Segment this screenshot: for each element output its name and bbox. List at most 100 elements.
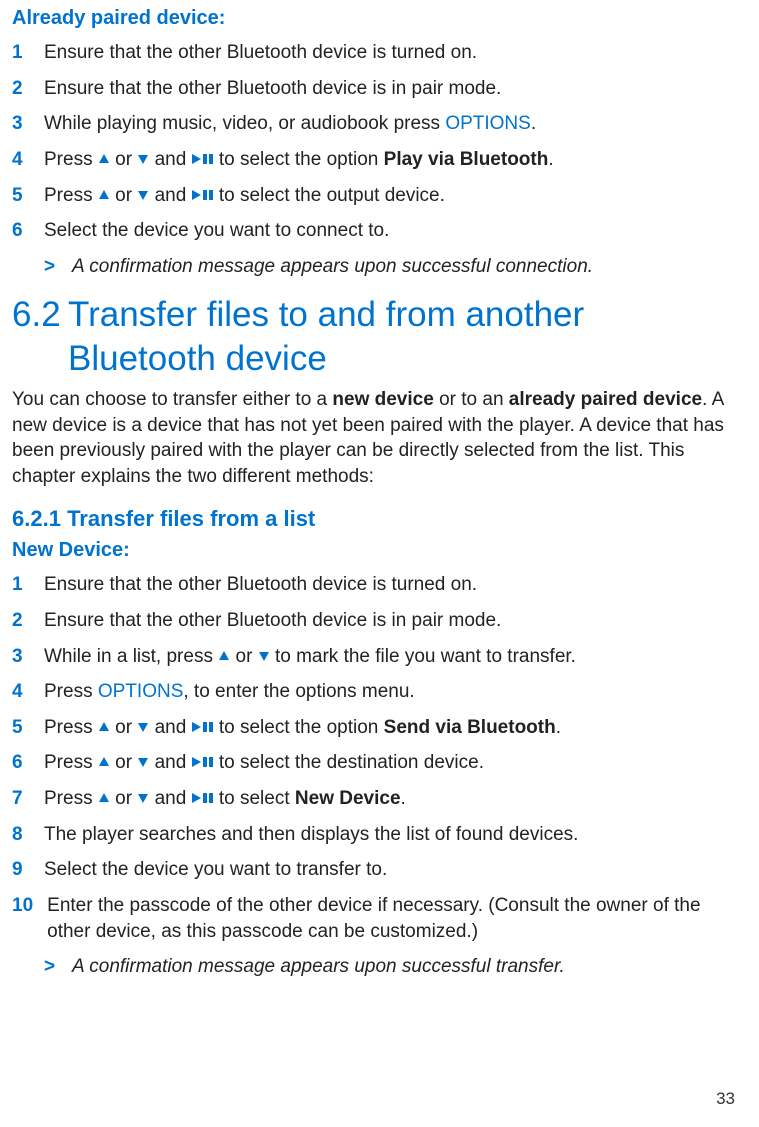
- step: 9 Select the device you want to transfer…: [12, 857, 739, 883]
- text-fragment: and: [149, 717, 191, 738]
- step: 1 Ensure that the other Bluetooth device…: [12, 572, 739, 598]
- step-text: Press OPTIONS, to enter the options menu…: [44, 679, 739, 705]
- step-text: Ensure that the other Bluetooth device i…: [44, 76, 739, 102]
- step: 7 Press or and to select New Device.: [12, 786, 739, 812]
- text-fragment: Press: [44, 149, 98, 170]
- step-number: 7: [12, 786, 30, 812]
- text-fragment: and: [149, 185, 191, 206]
- options-keyword: OPTIONS: [445, 113, 531, 134]
- step: 3 While playing music, video, or audiobo…: [12, 111, 739, 137]
- text-fragment: While playing music, video, or audiobook…: [44, 113, 445, 134]
- step-number: 2: [12, 76, 30, 102]
- section-6-2-intro: You can choose to transfer either to a n…: [12, 387, 739, 490]
- play-pause-icon: [192, 189, 214, 201]
- step: 4 Press or and to select the option Play…: [12, 147, 739, 173]
- step-number: 2: [12, 608, 30, 634]
- step-text: The player searches and then displays th…: [44, 822, 739, 848]
- text-fragment: Press: [44, 681, 98, 702]
- text-fragment: or: [110, 717, 137, 738]
- step-text: Press or and to select the output device…: [44, 183, 739, 209]
- text-fragment: Press: [44, 717, 98, 738]
- text-fragment: You can choose to transfer either to a: [12, 389, 332, 410]
- new-device-steps: 1 Ensure that the other Bluetooth device…: [12, 572, 739, 944]
- options-keyword: OPTIONS: [98, 681, 184, 702]
- down-arrow-icon: [258, 650, 270, 662]
- step: 1 Ensure that the other Bluetooth device…: [12, 40, 739, 66]
- down-arrow-icon: [137, 721, 149, 733]
- section-title: Transfer files to and from another Bluet…: [68, 293, 708, 381]
- section-title: Transfer files from a list: [67, 506, 315, 531]
- text-fragment: to select the destination device.: [214, 752, 484, 773]
- up-arrow-icon: [98, 756, 110, 768]
- step-number: 10: [12, 893, 33, 919]
- play-pause-icon: [192, 792, 214, 804]
- step-text: Press or and to select the option Send v…: [44, 715, 739, 741]
- option-name: New Device: [295, 788, 401, 809]
- step-number: 4: [12, 679, 30, 705]
- emphasis: new device: [332, 389, 433, 410]
- text-fragment: or: [230, 646, 257, 667]
- step-number: 6: [12, 750, 30, 776]
- step-number: 3: [12, 111, 30, 137]
- step-text: While playing music, video, or audiobook…: [44, 111, 739, 137]
- text-fragment: to select the option: [214, 717, 384, 738]
- step-number: 1: [12, 40, 30, 66]
- result-text: A confirmation message appears upon succ…: [72, 954, 739, 980]
- step-number: 6: [12, 218, 30, 244]
- step: 10 Enter the passcode of the other devic…: [12, 893, 739, 944]
- step-number: 5: [12, 715, 30, 741]
- text-fragment: and: [149, 752, 191, 773]
- text-fragment: and: [149, 788, 191, 809]
- section-number: 6.2: [12, 293, 68, 337]
- new-device-heading: New Device:: [12, 537, 739, 564]
- chevron-right-icon: >: [44, 954, 58, 980]
- step-text: Press or and to select the option Play v…: [44, 147, 739, 173]
- result-note: > A confirmation message appears upon su…: [44, 954, 739, 980]
- text-fragment: , to enter the options menu.: [183, 681, 414, 702]
- section-6-2-heading: 6.2Transfer files to and from another Bl…: [12, 293, 739, 381]
- step: 5 Press or and to select the output devi…: [12, 183, 739, 209]
- text-fragment: and: [149, 149, 191, 170]
- option-name: Send via Bluetooth: [384, 717, 556, 738]
- already-paired-steps: 1 Ensure that the other Bluetooth device…: [12, 40, 739, 244]
- text-fragment: to mark the file you want to transfer.: [270, 646, 576, 667]
- step-number: 5: [12, 183, 30, 209]
- up-arrow-icon: [98, 153, 110, 165]
- step-text: Press or and to select the destination d…: [44, 750, 739, 776]
- play-pause-icon: [192, 721, 214, 733]
- up-arrow-icon: [98, 189, 110, 201]
- step-text: Press or and to select New Device.: [44, 786, 739, 812]
- step: 6 Select the device you want to connect …: [12, 218, 739, 244]
- up-arrow-icon: [218, 650, 230, 662]
- text-fragment: or: [110, 149, 137, 170]
- option-name: Play via Bluetooth: [384, 149, 549, 170]
- text-fragment: Press: [44, 752, 98, 773]
- text-fragment: Press: [44, 788, 98, 809]
- step: 2 Ensure that the other Bluetooth device…: [12, 76, 739, 102]
- text-fragment: .: [401, 788, 406, 809]
- chevron-right-icon: >: [44, 254, 58, 280]
- play-pause-icon: [192, 153, 214, 165]
- text-fragment: .: [531, 113, 536, 134]
- step-text: Select the device you want to connect to…: [44, 218, 739, 244]
- step-number: 1: [12, 572, 30, 598]
- step-text: While in a list, press or to mark the fi…: [44, 644, 739, 670]
- text-fragment: or: [110, 752, 137, 773]
- text-fragment: .: [548, 149, 553, 170]
- step-text: Select the device you want to transfer t…: [44, 857, 739, 883]
- text-fragment: While in a list, press: [44, 646, 218, 667]
- text-fragment: .: [556, 717, 561, 738]
- emphasis: already paired device: [509, 389, 702, 410]
- step: 2 Ensure that the other Bluetooth device…: [12, 608, 739, 634]
- step: 8 The player searches and then displays …: [12, 822, 739, 848]
- already-paired-heading: Already paired device:: [12, 5, 739, 32]
- text-fragment: or: [110, 185, 137, 206]
- step-text: Ensure that the other Bluetooth device i…: [44, 572, 739, 598]
- text-fragment: or to an: [434, 389, 509, 410]
- step-text: Enter the passcode of the other device i…: [47, 893, 739, 944]
- down-arrow-icon: [137, 756, 149, 768]
- text-fragment: to select the option: [214, 149, 384, 170]
- step-number: 9: [12, 857, 30, 883]
- text-fragment: or: [110, 788, 137, 809]
- down-arrow-icon: [137, 189, 149, 201]
